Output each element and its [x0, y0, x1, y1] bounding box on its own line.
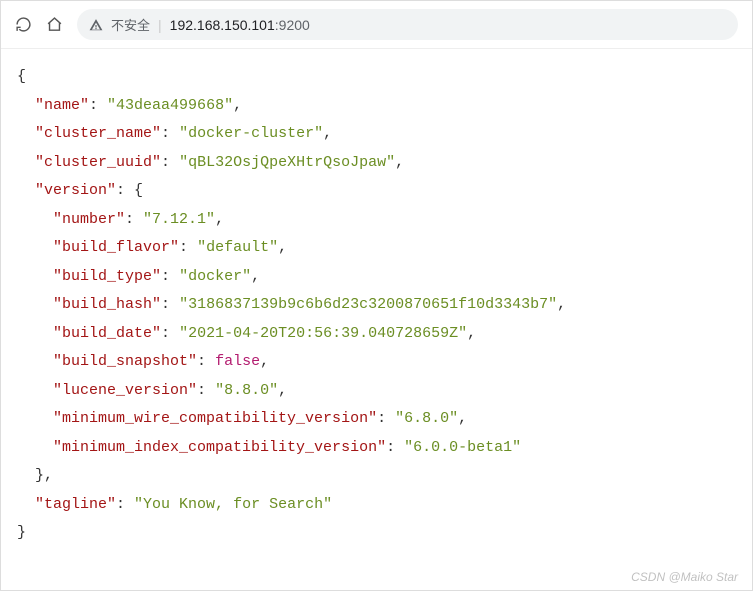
key-min-wire: "minimum_wire_compatibility_version"	[53, 410, 377, 427]
val-min-wire: "6.8.0"	[395, 410, 458, 427]
key-number: "number"	[53, 211, 125, 228]
browser-toolbar: 不安全 | 192.168.150.101:9200	[1, 1, 752, 49]
key-min-index: "minimum_index_compatibility_version"	[53, 439, 386, 456]
reload-icon[interactable]	[15, 16, 32, 33]
val-cluster-name: "docker-cluster"	[179, 125, 323, 142]
home-icon[interactable]	[46, 16, 63, 33]
val-name: "43deaa499668"	[107, 97, 233, 114]
url-host: 192.168.150.101	[170, 17, 275, 33]
val-build-date: "2021-04-20T20:56:39.040728659Z"	[179, 325, 467, 342]
val-build-flavor: "default"	[197, 239, 278, 256]
warning-icon	[89, 18, 103, 32]
address-bar[interactable]: 不安全 | 192.168.150.101:9200	[77, 9, 738, 40]
brace-close: }	[17, 524, 26, 541]
key-tagline: "tagline"	[35, 496, 116, 513]
divider: |	[158, 17, 162, 33]
val-cluster-uuid: "qBL32OsjQpeXHtrQsoJpaw"	[179, 154, 395, 171]
key-version: "version"	[35, 182, 116, 199]
key-build-snapshot: "build_snapshot"	[53, 353, 197, 370]
key-lucene-version: "lucene_version"	[53, 382, 197, 399]
url-text: 192.168.150.101:9200	[170, 17, 310, 33]
key-build-type: "build_type"	[53, 268, 161, 285]
val-tagline: "You Know, for Search"	[134, 496, 332, 513]
insecure-label: 不安全	[111, 15, 150, 34]
val-build-type: "docker"	[179, 268, 251, 285]
key-name: "name"	[35, 97, 89, 114]
brace-open: {	[17, 68, 26, 85]
key-cluster-uuid: "cluster_uuid"	[35, 154, 161, 171]
val-lucene-version: "8.8.0"	[215, 382, 278, 399]
val-build-snapshot: false	[215, 353, 260, 370]
val-min-index: "6.0.0-beta1"	[404, 439, 521, 456]
watermark: CSDN @Maiko Star	[631, 570, 738, 584]
val-build-hash: "3186837139b9c6b6d23c3200870651f10d3343b…	[179, 296, 557, 313]
json-response: { "name": "43deaa499668", "cluster_name"…	[1, 49, 752, 564]
url-port: :9200	[275, 17, 310, 33]
key-cluster-name: "cluster_name"	[35, 125, 161, 142]
val-number: "7.12.1"	[143, 211, 215, 228]
key-build-flavor: "build_flavor"	[53, 239, 179, 256]
key-build-hash: "build_hash"	[53, 296, 161, 313]
key-build-date: "build_date"	[53, 325, 161, 342]
